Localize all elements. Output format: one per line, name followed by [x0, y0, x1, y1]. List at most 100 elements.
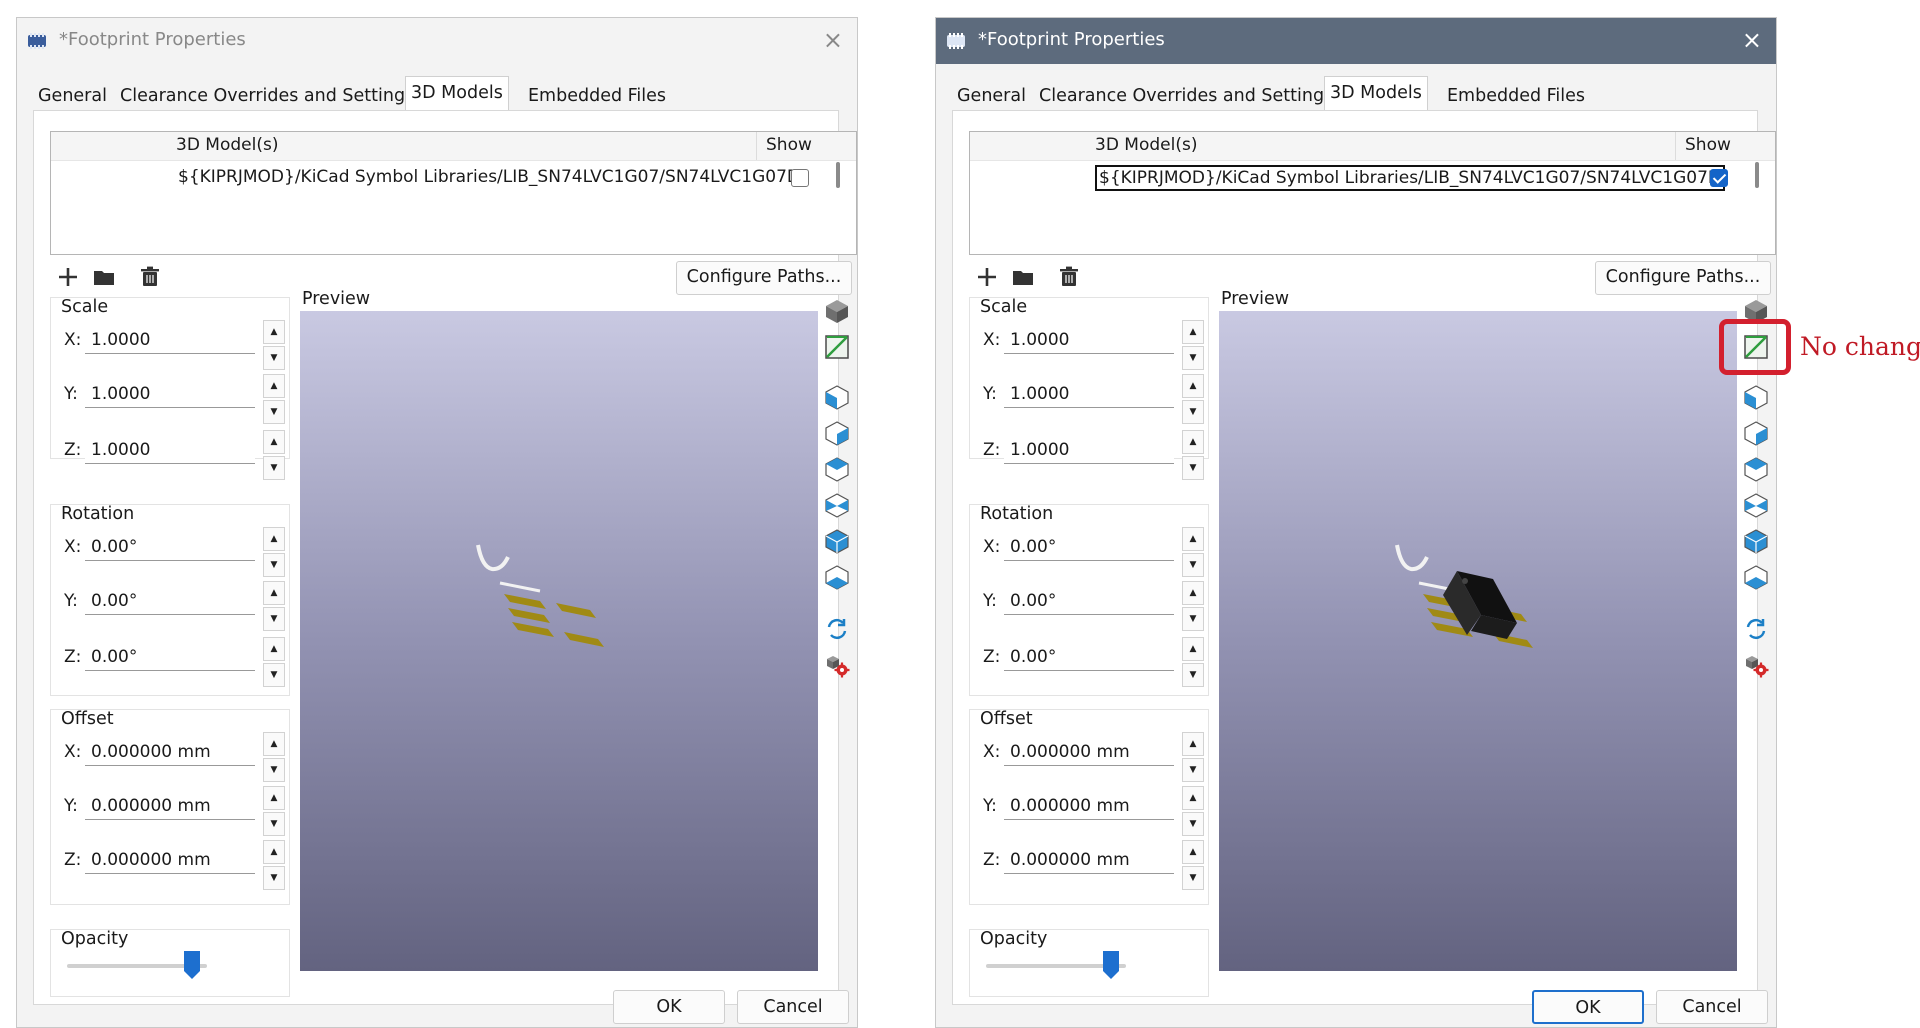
offset-x-input[interactable]: 0.000000 mm: [1004, 738, 1174, 766]
ok-button[interactable]: OK: [613, 990, 725, 1024]
tab-clearance-overrides[interactable]: Clearance Overrides and Settings: [1034, 82, 1338, 110]
scale-z-input[interactable]: 1.0000: [1004, 436, 1174, 464]
scale-group: Scale X: 1.0000 ▲ ▼ Y: 1.0000 ▲ ▼ Z: 1.000…: [969, 297, 1209, 480]
scale-z-input[interactable]: 1.0000: [85, 436, 255, 464]
offset-z-spinner[interactable]: ▲ ▼: [263, 840, 285, 892]
view-front-icon[interactable]: [1742, 383, 1770, 411]
grid-scrollbar[interactable]: [1755, 162, 1759, 188]
rotation-x-spinner[interactable]: ▲ ▼: [1182, 527, 1204, 579]
rotation-y-spinner[interactable]: ▲ ▼: [1182, 581, 1204, 633]
scale-x-input[interactable]: 1.0000: [1004, 326, 1174, 354]
tab-embedded-files[interactable]: Embedded Files: [1442, 82, 1590, 110]
grid-scrollbar[interactable]: [836, 162, 840, 188]
rotation-z-input[interactable]: 0.00°: [1004, 643, 1174, 671]
offset-x-spinner[interactable]: ▲ ▼: [263, 732, 285, 784]
close-icon[interactable]: ×: [823, 26, 843, 54]
rotation-z-input[interactable]: 0.00°: [85, 643, 255, 671]
model-path-cell[interactable]: ${KIPRJMOD}/KiCad Symbol Libraries/LIB_S…: [176, 166, 802, 188]
tab-3d-models[interactable]: 3D Models: [1324, 76, 1428, 111]
scale-y-label: Y:: [64, 384, 78, 404]
view-left-icon[interactable]: [823, 455, 851, 483]
3d-preview-viewport[interactable]: [1219, 311, 1737, 971]
dialog-title: *Footprint Properties: [978, 29, 1165, 50]
configure-paths-button[interactable]: Configure Paths...: [676, 261, 852, 295]
offset-z-label: Z:: [64, 850, 82, 870]
scale-z-spinner[interactable]: ▲ ▼: [1182, 430, 1204, 482]
offset-y-spinner[interactable]: ▲ ▼: [1182, 786, 1204, 838]
view-back-icon[interactable]: [823, 419, 851, 447]
cancel-button[interactable]: Cancel: [1656, 990, 1768, 1024]
view-back-icon[interactable]: [1742, 419, 1770, 447]
offset-z-spinner[interactable]: ▲ ▼: [1182, 840, 1204, 892]
scale-x-input[interactable]: 1.0000: [85, 326, 255, 354]
cube-3d-icon[interactable]: [823, 297, 851, 325]
add-icon[interactable]: [54, 263, 82, 291]
offset-z-input[interactable]: 0.000000 mm: [85, 846, 255, 874]
rotation-x-spinner[interactable]: ▲ ▼: [263, 527, 285, 579]
rotation-y-input[interactable]: 0.00°: [85, 587, 255, 615]
rotation-y-spinner[interactable]: ▲ ▼: [263, 581, 285, 633]
offset-y-input[interactable]: 0.000000 mm: [85, 792, 255, 820]
folder-icon[interactable]: [1009, 263, 1037, 291]
scale-y-input[interactable]: 1.0000: [85, 380, 255, 408]
scale-y-spinner[interactable]: ▲ ▼: [263, 374, 285, 426]
view-bottom-icon[interactable]: [1742, 563, 1770, 591]
view-right-icon[interactable]: [823, 491, 851, 519]
scale-z-spinner[interactable]: ▲ ▼: [263, 430, 285, 482]
model-path-cell-editing[interactable]: ${KIPRJMOD}/KiCad Symbol Libraries/LIB_S…: [1095, 165, 1725, 191]
view-left-icon[interactable]: [1742, 455, 1770, 483]
tab-3d-models[interactable]: 3D Models: [405, 76, 509, 111]
cancel-button[interactable]: Cancel: [737, 990, 849, 1024]
tab-clearance-overrides[interactable]: Clearance Overrides and Settings: [115, 82, 419, 110]
tab-general[interactable]: General: [952, 82, 1031, 110]
offset-z-input[interactable]: 0.000000 mm: [1004, 846, 1174, 874]
ok-button[interactable]: OK: [1532, 990, 1644, 1024]
tab-content-3d-models: 3D Model(s) Show ${KIPRJMOD}/KiCad Symbo…: [33, 110, 857, 1005]
rotation-y-input[interactable]: 0.00°: [1004, 587, 1174, 615]
opacity-slider-thumb[interactable]: [1102, 950, 1120, 980]
view-bottom-icon[interactable]: [823, 563, 851, 591]
scale-y-input[interactable]: 1.0000: [1004, 380, 1174, 408]
add-icon[interactable]: [973, 263, 1001, 291]
tab-embedded-files[interactable]: Embedded Files: [523, 82, 671, 110]
bounding-box-icon[interactable]: [823, 333, 851, 361]
close-icon[interactable]: ×: [1742, 26, 1762, 54]
offset-title: Offset: [61, 709, 114, 729]
reload-icon[interactable]: [823, 615, 851, 643]
rotation-x-input[interactable]: 0.00°: [1004, 533, 1174, 561]
offset-y-spinner[interactable]: ▲ ▼: [263, 786, 285, 838]
trash-icon[interactable]: [136, 263, 164, 291]
show-checkbox[interactable]: [1710, 169, 1728, 187]
offset-x-input[interactable]: 0.000000 mm: [85, 738, 255, 766]
scale-y-spinner[interactable]: ▲ ▼: [1182, 374, 1204, 426]
settings-gear-icon[interactable]: [1742, 651, 1770, 679]
preview-label: Preview: [302, 289, 371, 309]
dialog-title: *Footprint Properties: [59, 29, 246, 50]
opacity-slider-thumb[interactable]: [183, 950, 201, 980]
view-front-icon[interactable]: [823, 383, 851, 411]
show-checkbox[interactable]: [791, 169, 809, 187]
scale-x-spinner[interactable]: ▲ ▼: [263, 320, 285, 372]
rotation-x-input[interactable]: 0.00°: [85, 533, 255, 561]
offset-title: Offset: [980, 709, 1033, 729]
reload-icon[interactable]: [1742, 615, 1770, 643]
footprint-3d-render: [1395, 544, 1533, 648]
folder-icon[interactable]: [90, 263, 118, 291]
trash-icon[interactable]: [1055, 263, 1083, 291]
tab-general[interactable]: General: [33, 82, 112, 110]
3d-preview-viewport[interactable]: [300, 311, 818, 971]
scale-group: Scale X: 1.0000 ▲ ▼ Y: 1.0000 ▲ ▼ Z: 1.000…: [50, 297, 290, 480]
offset-y-input[interactable]: 0.000000 mm: [1004, 792, 1174, 820]
footprint-3d-render: [476, 544, 604, 647]
footprint-properties-dialog-right: *Footprint Properties × General Clearanc…: [935, 17, 1777, 1028]
rotation-z-spinner[interactable]: ▲ ▼: [1182, 637, 1204, 689]
rotation-z-spinner[interactable]: ▲ ▼: [263, 637, 285, 689]
offset-x-spinner[interactable]: ▲ ▼: [1182, 732, 1204, 784]
scale-x-spinner[interactable]: ▲ ▼: [1182, 320, 1204, 372]
view-right-icon[interactable]: [1742, 491, 1770, 519]
settings-gear-icon[interactable]: [823, 651, 851, 679]
view-top-icon[interactable]: [823, 527, 851, 555]
configure-paths-button[interactable]: Configure Paths...: [1595, 261, 1771, 295]
view-top-icon[interactable]: [1742, 527, 1770, 555]
highlight-box: [1719, 319, 1791, 375]
